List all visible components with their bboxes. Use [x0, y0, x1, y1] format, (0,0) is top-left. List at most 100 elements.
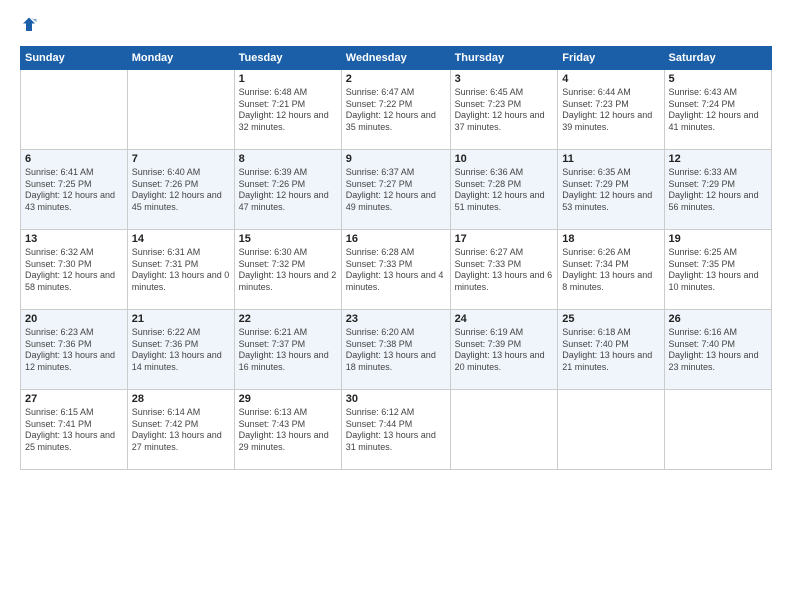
day-number: 30: [346, 393, 446, 405]
calendar-cell: 24 Sunrise: 6:19 AMSunset: 7:39 PMDayligh…: [450, 310, 558, 390]
calendar-week-1: 1 Sunrise: 6:48 AMSunset: 7:21 PMDaylight…: [21, 70, 772, 150]
calendar-cell: 17 Sunrise: 6:27 AMSunset: 7:33 PMDayligh…: [450, 230, 558, 310]
calendar-cell: [558, 390, 664, 470]
header-cell-wednesday: Wednesday: [341, 47, 450, 70]
day-number: 15: [239, 233, 337, 245]
calendar-cell: [664, 390, 771, 470]
day-info: Sunrise: 6:20 AMSunset: 7:38 PMDaylight:…: [346, 327, 446, 374]
header-cell-friday: Friday: [558, 47, 664, 70]
day-info: Sunrise: 6:18 AMSunset: 7:40 PMDaylight:…: [562, 327, 659, 374]
day-number: 21: [132, 313, 230, 325]
day-number: 5: [669, 73, 767, 85]
day-number: 2: [346, 73, 446, 85]
logo-icon: [20, 16, 38, 34]
day-info: Sunrise: 6:28 AMSunset: 7:33 PMDaylight:…: [346, 247, 446, 294]
day-number: 27: [25, 393, 123, 405]
header-row: SundayMondayTuesdayWednesdayThursdayFrid…: [21, 47, 772, 70]
header: [20, 16, 772, 34]
calendar-week-2: 6 Sunrise: 6:41 AMSunset: 7:25 PMDaylight…: [21, 150, 772, 230]
calendar-cell: 29Sunrise: 6:13 AMSunset: 7:43 PMDayligh…: [234, 390, 341, 470]
day-info: Sunrise: 6:21 AMSunset: 7:37 PMDaylight:…: [239, 327, 337, 374]
calendar-cell: 26Sunrise: 6:16 AMSunset: 7:40 PMDayligh…: [664, 310, 771, 390]
day-info: Sunrise: 6:27 AMSunset: 7:33 PMDaylight:…: [455, 247, 554, 294]
calendar-cell: 18Sunrise: 6:26 AMSunset: 7:34 PMDayligh…: [558, 230, 664, 310]
calendar-cell: 19Sunrise: 6:25 AMSunset: 7:35 PMDayligh…: [664, 230, 771, 310]
calendar-cell: 27 Sunrise: 6:15 AMSunset: 7:41 PMDayligh…: [21, 390, 128, 470]
calendar-body: 1 Sunrise: 6:48 AMSunset: 7:21 PMDaylight…: [21, 70, 772, 470]
calendar-cell: 1 Sunrise: 6:48 AMSunset: 7:21 PMDaylight…: [234, 70, 341, 150]
day-number: 25: [562, 313, 659, 325]
calendar-cell: 8 Sunrise: 6:39 AMSunset: 7:26 PMDaylight…: [234, 150, 341, 230]
day-number: 14: [132, 233, 230, 245]
day-number: 22: [239, 313, 337, 325]
calendar-cell: 11Sunrise: 6:35 AMSunset: 7:29 PMDayligh…: [558, 150, 664, 230]
calendar-cell: 7 Sunrise: 6:40 AMSunset: 7:26 PMDaylight…: [127, 150, 234, 230]
day-info: Sunrise: 6:15 AMSunset: 7:41 PMDaylight:…: [25, 407, 123, 454]
day-info: Sunrise: 6:31 AMSunset: 7:31 PMDaylight:…: [132, 247, 230, 294]
day-number: 26: [669, 313, 767, 325]
day-info: Sunrise: 6:12 AMSunset: 7:44 PMDaylight:…: [346, 407, 446, 454]
calendar-cell: [127, 70, 234, 150]
day-number: 9: [346, 153, 446, 165]
calendar-cell: 9 Sunrise: 6:37 AMSunset: 7:27 PMDaylight…: [341, 150, 450, 230]
page: SundayMondayTuesdayWednesdayThursdayFrid…: [0, 0, 792, 612]
calendar-cell: [450, 390, 558, 470]
day-number: 23: [346, 313, 446, 325]
calendar-cell: 3 Sunrise: 6:45 AMSunset: 7:23 PMDaylight…: [450, 70, 558, 150]
calendar-cell: [21, 70, 128, 150]
header-cell-tuesday: Tuesday: [234, 47, 341, 70]
calendar-cell: 5Sunrise: 6:43 AMSunset: 7:24 PMDaylight…: [664, 70, 771, 150]
day-number: 16: [346, 233, 446, 245]
calendar-cell: 22 Sunrise: 6:21 AMSunset: 7:37 PMDayligh…: [234, 310, 341, 390]
day-number: 8: [239, 153, 337, 165]
header-cell-thursday: Thursday: [450, 47, 558, 70]
day-info: Sunrise: 6:33 AMSunset: 7:29 PMDaylight:…: [669, 167, 767, 214]
day-number: 3: [455, 73, 554, 85]
day-number: 18: [562, 233, 659, 245]
calendar-cell: 13 Sunrise: 6:32 AMSunset: 7:30 PMDayligh…: [21, 230, 128, 310]
day-info: Sunrise: 6:47 AMSunset: 7:22 PMDaylight:…: [346, 87, 446, 134]
calendar-cell: 10Sunrise: 6:36 AMSunset: 7:28 PMDayligh…: [450, 150, 558, 230]
day-info: Sunrise: 6:48 AMSunset: 7:21 PMDaylight:…: [239, 87, 337, 134]
day-info: Sunrise: 6:14 AMSunset: 7:42 PMDaylight:…: [132, 407, 230, 454]
day-number: 4: [562, 73, 659, 85]
calendar-week-5: 27 Sunrise: 6:15 AMSunset: 7:41 PMDayligh…: [21, 390, 772, 470]
header-cell-saturday: Saturday: [664, 47, 771, 70]
calendar: SundayMondayTuesdayWednesdayThursdayFrid…: [20, 46, 772, 470]
day-number: 24: [455, 313, 554, 325]
day-info: Sunrise: 6:23 AMSunset: 7:36 PMDaylight:…: [25, 327, 123, 374]
day-number: 1: [239, 73, 337, 85]
day-info: Sunrise: 6:19 AMSunset: 7:39 PMDaylight:…: [455, 327, 554, 374]
calendar-cell: 20Sunrise: 6:23 AMSunset: 7:36 PMDayligh…: [21, 310, 128, 390]
day-number: 19: [669, 233, 767, 245]
day-info: Sunrise: 6:22 AMSunset: 7:36 PMDaylight:…: [132, 327, 230, 374]
day-info: Sunrise: 6:35 AMSunset: 7:29 PMDaylight:…: [562, 167, 659, 214]
calendar-header: SundayMondayTuesdayWednesdayThursdayFrid…: [21, 47, 772, 70]
calendar-week-3: 13 Sunrise: 6:32 AMSunset: 7:30 PMDayligh…: [21, 230, 772, 310]
day-info: Sunrise: 6:39 AMSunset: 7:26 PMDaylight:…: [239, 167, 337, 214]
calendar-cell: 28 Sunrise: 6:14 AMSunset: 7:42 PMDayligh…: [127, 390, 234, 470]
day-info: Sunrise: 6:45 AMSunset: 7:23 PMDaylight:…: [455, 87, 554, 134]
header-cell-monday: Monday: [127, 47, 234, 70]
day-number: 12: [669, 153, 767, 165]
day-info: Sunrise: 6:13 AMSunset: 7:43 PMDaylight:…: [239, 407, 337, 454]
calendar-cell: 25 Sunrise: 6:18 AMSunset: 7:40 PMDayligh…: [558, 310, 664, 390]
day-info: Sunrise: 6:41 AMSunset: 7:25 PMDaylight:…: [25, 167, 123, 214]
day-number: 13: [25, 233, 123, 245]
calendar-cell: 2 Sunrise: 6:47 AMSunset: 7:22 PMDaylight…: [341, 70, 450, 150]
calendar-week-4: 20Sunrise: 6:23 AMSunset: 7:36 PMDayligh…: [21, 310, 772, 390]
day-info: Sunrise: 6:36 AMSunset: 7:28 PMDaylight:…: [455, 167, 554, 214]
day-info: Sunrise: 6:30 AMSunset: 7:32 PMDaylight:…: [239, 247, 337, 294]
day-info: Sunrise: 6:40 AMSunset: 7:26 PMDaylight:…: [132, 167, 230, 214]
day-number: 17: [455, 233, 554, 245]
calendar-cell: 6 Sunrise: 6:41 AMSunset: 7:25 PMDaylight…: [21, 150, 128, 230]
calendar-cell: 14 Sunrise: 6:31 AMSunset: 7:31 PMDayligh…: [127, 230, 234, 310]
day-info: Sunrise: 6:32 AMSunset: 7:30 PMDaylight:…: [25, 247, 123, 294]
day-number: 6: [25, 153, 123, 165]
calendar-cell: 30 Sunrise: 6:12 AMSunset: 7:44 PMDayligh…: [341, 390, 450, 470]
day-info: Sunrise: 6:37 AMSunset: 7:27 PMDaylight:…: [346, 167, 446, 214]
calendar-cell: 15 Sunrise: 6:30 AMSunset: 7:32 PMDayligh…: [234, 230, 341, 310]
day-number: 28: [132, 393, 230, 405]
day-number: 7: [132, 153, 230, 165]
calendar-cell: 4Sunrise: 6:44 AMSunset: 7:23 PMDaylight…: [558, 70, 664, 150]
